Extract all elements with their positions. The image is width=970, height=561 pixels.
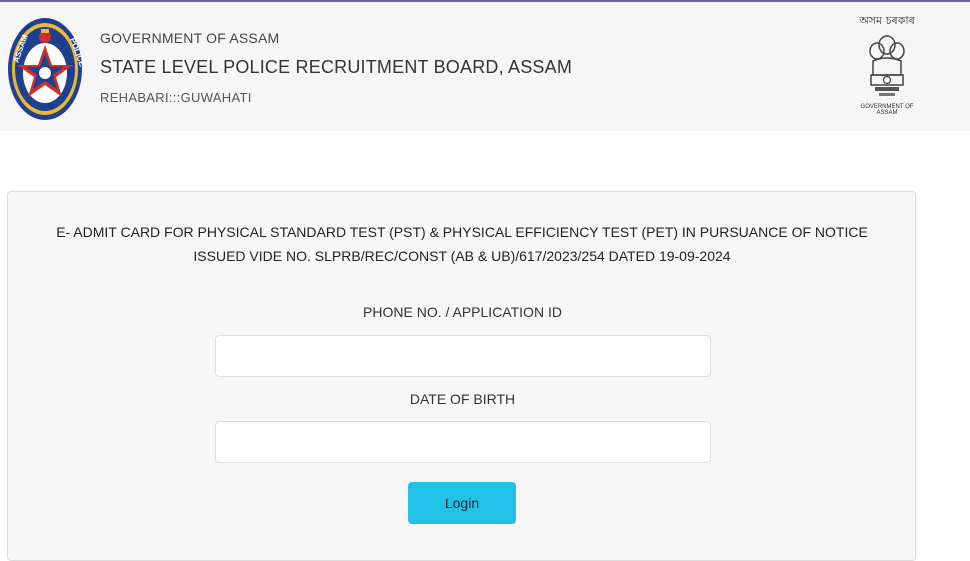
admit-card-form: E- ADMIT CARD FOR PHYSICAL STANDARD TEST… — [7, 191, 916, 561]
assam-police-logo-icon: ASSAM POLICE — [7, 17, 87, 121]
government-name: GOVERNMENT OF ASSAM — [100, 30, 280, 46]
login-button[interactable]: Login — [408, 482, 516, 524]
application-id-label: PHONE NO. / APPLICATION ID — [363, 304, 562, 320]
national-emblem-icon — [852, 33, 922, 103]
government-emblem: অসম চৰকাৰ GOVERNMENT OF ASSAM — [852, 12, 922, 124]
emblem-bottom-text: GOVERNMENT OF ASSAM — [860, 104, 914, 116]
board-name: STATE LEVEL POLICE RECRUITMENT BOARD, AS… — [100, 57, 573, 77]
date-of-birth-label: DATE OF BIRTH — [409, 391, 516, 407]
emblem-top-text: অসম চৰকাৰ — [859, 14, 915, 27]
organization-info: GOVERNMENT OF ASSAM STATE LEVEL POLICE R… — [100, 30, 572, 105]
board-address: REHABARI:::GUWAHATI — [100, 90, 252, 105]
admit-card-notice: E- ADMIT CARD FOR PHYSICAL STANDARD TEST… — [56, 224, 868, 264]
site-header: ASSAM POLICE GOVERNMENT OF ASSAM STATE L… — [0, 2, 970, 131]
application-id-input[interactable] — [215, 335, 711, 377]
date-of-birth-input[interactable] — [215, 421, 711, 463]
